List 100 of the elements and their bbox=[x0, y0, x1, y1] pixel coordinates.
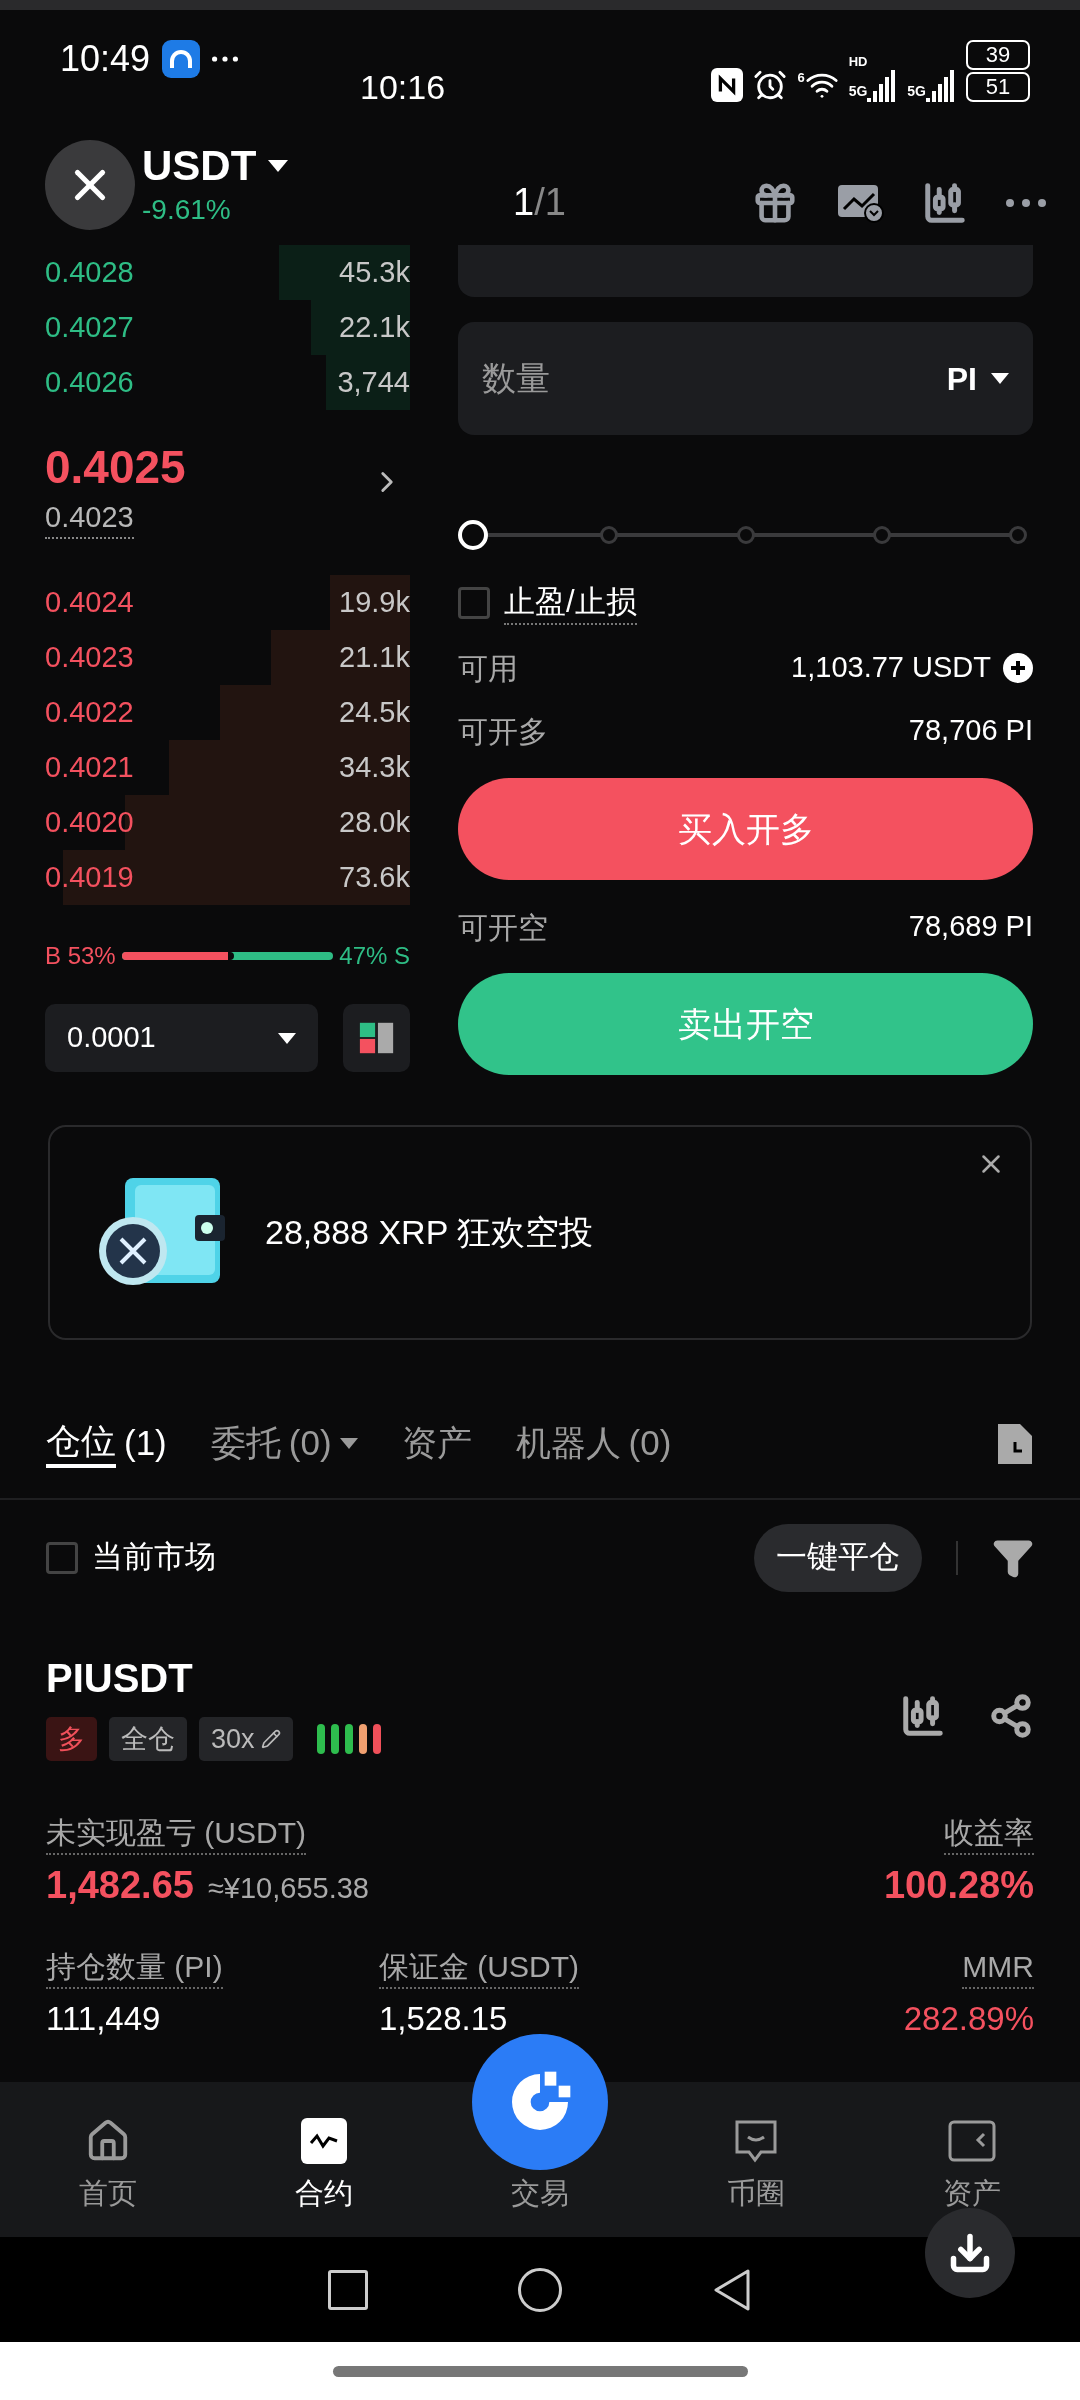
order-price: 0.4026 bbox=[45, 364, 134, 400]
recents-button[interactable] bbox=[328, 2269, 368, 2310]
nav-tab[interactable]: 首页 bbox=[0, 2082, 216, 2237]
add-funds-icon[interactable] bbox=[1003, 653, 1033, 683]
position-tag: 多 bbox=[46, 1717, 97, 1761]
slider-step[interactable] bbox=[600, 526, 619, 544]
quantity-input[interactable]: 数量 bbox=[482, 353, 947, 404]
depth-row[interactable]: 0.4026 3,744 bbox=[45, 355, 410, 410]
current-market-checkbox[interactable] bbox=[46, 1541, 78, 1574]
approx-value: ≈¥10,655.38 bbox=[207, 1871, 369, 1906]
battery-icon: 51 bbox=[966, 72, 1030, 102]
nav-tab[interactable]: 币圈 bbox=[648, 2082, 864, 2237]
tp-sl-label[interactable]: 止盈/止损 bbox=[504, 581, 637, 625]
tab[interactable]: 仓位 (1) bbox=[46, 1418, 167, 1468]
order-price: 0.4019 bbox=[45, 859, 134, 895]
tab[interactable]: 委托 (0) bbox=[210, 1420, 358, 1466]
caret-icon bbox=[268, 160, 289, 172]
candlestick-icon[interactable] bbox=[900, 1693, 946, 1739]
pulse-icon bbox=[301, 2117, 347, 2164]
download-icon bbox=[948, 2231, 992, 2275]
order-amount: 24.5k bbox=[339, 694, 410, 730]
stat-label[interactable]: MMR bbox=[962, 1947, 1034, 1989]
slider-thumb[interactable] bbox=[458, 520, 488, 550]
order-amount: 22.1k bbox=[339, 309, 410, 345]
sell-ratio: 47% S bbox=[339, 941, 410, 971]
position-tag[interactable]: 30x bbox=[199, 1717, 293, 1761]
order-amount: 73.6k bbox=[339, 859, 410, 895]
depth-row[interactable]: 0.4019 73.6k bbox=[45, 850, 410, 905]
order-price: 0.4028 bbox=[45, 254, 134, 290]
unit-select[interactable]: PI bbox=[946, 354, 977, 403]
symbol-title[interactable]: USDT bbox=[142, 140, 257, 192]
depth-row[interactable]: 0.4028 45.3k bbox=[45, 245, 410, 300]
stat-label[interactable]: 收益率 bbox=[944, 1813, 1034, 1855]
hd-label: HD bbox=[848, 55, 868, 68]
promo-banner[interactable]: 28,888 XRP 狂欢空投 bbox=[48, 1125, 1032, 1340]
depth-row[interactable]: 0.4022 24.5k bbox=[45, 685, 410, 740]
depth-row[interactable]: 0.4021 34.3k bbox=[45, 740, 410, 795]
nfc-icon bbox=[711, 68, 744, 102]
order-amount: 34.3k bbox=[339, 749, 410, 785]
layout-toggle-icon[interactable] bbox=[343, 1004, 410, 1072]
depth-row[interactable]: 0.4027 22.1k bbox=[45, 300, 410, 355]
mark-price: 0.4023 bbox=[45, 497, 134, 539]
close-all-button[interactable]: 一键平仓 bbox=[754, 1523, 922, 1592]
checkbox-label[interactable]: 当前市场 bbox=[92, 1534, 216, 1581]
battery-icon: 39 bbox=[966, 40, 1030, 70]
stat-label: 可用 bbox=[458, 650, 518, 687]
stat-value: 78,706 PI bbox=[908, 713, 1033, 749]
app-icon bbox=[162, 40, 201, 78]
order-amount: 45.3k bbox=[339, 254, 410, 290]
stat-value: 1,103.77 USDT bbox=[791, 650, 991, 686]
caret-icon bbox=[278, 1032, 296, 1044]
order-price: 0.4024 bbox=[45, 584, 134, 620]
nav-tab[interactable]: 资产 bbox=[864, 2082, 1080, 2237]
stat-value: 111,449 bbox=[46, 1999, 161, 2039]
depth-row[interactable]: 0.4023 21.1k bbox=[45, 630, 410, 685]
risk-meter bbox=[316, 1724, 381, 1754]
chart-alert-icon[interactable] bbox=[836, 182, 884, 223]
order-amount: 28.0k bbox=[339, 804, 410, 840]
quantity-field[interactable]: 数量 PI bbox=[458, 322, 1033, 435]
depth-row[interactable]: 0.4024 19.9k bbox=[45, 575, 410, 630]
overlay-status-time: 10:16 bbox=[360, 67, 446, 108]
back-button[interactable] bbox=[712, 2267, 752, 2312]
buy-ratio: B 53% bbox=[45, 941, 116, 971]
stat-label: 可开多 bbox=[458, 713, 548, 750]
share-icon[interactable] bbox=[988, 1693, 1034, 1739]
order-price: 0.4027 bbox=[45, 309, 134, 345]
precision-select[interactable]: 0.0001 bbox=[45, 1004, 318, 1072]
order-price: 0.4023 bbox=[45, 639, 134, 675]
position-symbol[interactable]: PIUSDT bbox=[46, 1653, 381, 1703]
nav-tab[interactable]: 合约 bbox=[216, 2082, 432, 2237]
depth-row[interactable]: 0.4020 28.0k bbox=[45, 795, 410, 850]
caret-icon bbox=[339, 1437, 358, 1449]
slider-step[interactable] bbox=[736, 526, 755, 544]
slider-step[interactable] bbox=[1009, 526, 1027, 544]
network-label: 5G bbox=[907, 82, 926, 101]
stat-label[interactable]: 未实现盈亏 (USDT) bbox=[46, 1813, 306, 1855]
banner-text: 28,888 XRP 狂欢空投 bbox=[265, 1212, 594, 1253]
stat-value: 78,689 PI bbox=[908, 909, 1033, 945]
home-button[interactable] bbox=[518, 2267, 562, 2312]
signal-icon bbox=[926, 68, 956, 102]
more-icon[interactable] bbox=[1006, 198, 1046, 207]
tab[interactable]: 机器人 (0) bbox=[515, 1420, 672, 1466]
network-label: 5G bbox=[848, 82, 868, 101]
more-icon[interactable] bbox=[212, 56, 239, 62]
order-price: 0.4020 bbox=[45, 804, 134, 840]
stat-label[interactable]: 持仓数量 (PI) bbox=[46, 1947, 223, 1989]
stat-label: 可开空 bbox=[458, 909, 548, 946]
status-time: 10:49 bbox=[60, 37, 151, 81]
position-tag: 全仓 bbox=[109, 1717, 187, 1761]
tp-sl-checkbox[interactable] bbox=[458, 587, 490, 619]
stat-label[interactable]: 保证金 (USDT) bbox=[379, 1947, 579, 1989]
slider-step[interactable] bbox=[872, 526, 891, 544]
price-change: -9.61% bbox=[142, 193, 232, 227]
signal-icon bbox=[867, 68, 898, 102]
caret-icon bbox=[991, 373, 1009, 384]
tab[interactable]: 资产 bbox=[401, 1420, 472, 1466]
order-price: 0.4022 bbox=[45, 694, 134, 730]
stat-value: 1,482.65 bbox=[46, 1863, 194, 1908]
stat-value: 100.28% bbox=[884, 1863, 1034, 1908]
edit-icon bbox=[260, 1729, 281, 1749]
